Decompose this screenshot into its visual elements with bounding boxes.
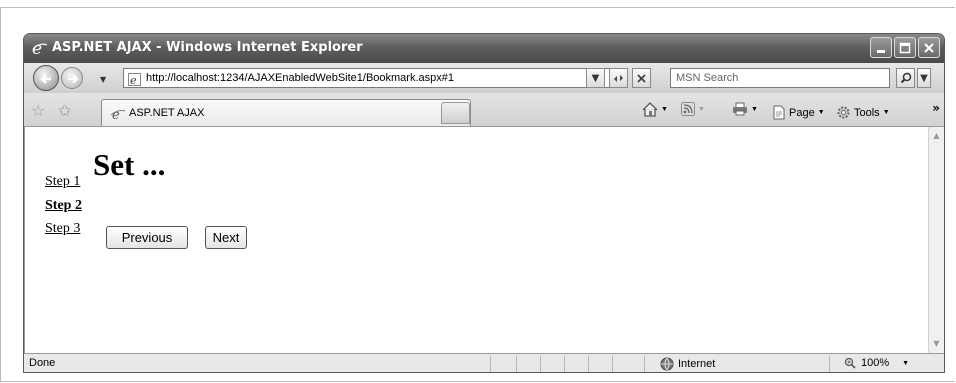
status-divider xyxy=(540,356,541,372)
stop-icon xyxy=(637,73,646,83)
scroll-up-arrow-icon[interactable]: ▲ xyxy=(931,131,942,143)
tab-toolbar: ☆ ✩ e ASP.NET AJAX ▼ ▼ ▼ Page ▼ Tools ▼ … xyxy=(24,93,944,127)
forward-button[interactable] xyxy=(61,67,83,89)
tools-icon xyxy=(837,106,850,119)
back-icon xyxy=(40,74,51,84)
back-button[interactable] xyxy=(33,65,59,91)
recent-pages-dropdown[interactable]: ▼ xyxy=(100,75,106,84)
home-button[interactable]: ▼ xyxy=(642,102,668,117)
address-field[interactable]: e http://localhost:1234/AJAXEnabledWebSi… xyxy=(123,68,623,88)
print-icon xyxy=(733,102,747,116)
svg-text:e: e xyxy=(130,74,137,86)
close-button[interactable] xyxy=(918,37,940,58)
feeds-icon xyxy=(681,102,695,116)
address-toolbar: ▼ e http://localhost:1234/AJAXEnabledWeb… xyxy=(24,63,944,93)
search-input[interactable]: MSN Search xyxy=(670,68,890,88)
feeds-button[interactable]: ▼ xyxy=(681,102,705,116)
maximize-button[interactable] xyxy=(894,37,916,58)
ie-logo-icon: e xyxy=(32,39,48,59)
page-content: Step 1 Set ... Step 2 Step 3 Previous Ne… xyxy=(24,127,928,353)
page-menu-label: Page xyxy=(789,106,815,119)
scroll-down-arrow-icon[interactable]: ▼ xyxy=(931,339,942,351)
zoom-control[interactable]: 100% ▼ xyxy=(844,357,909,369)
favorites-star-icon[interactable]: ☆ xyxy=(31,101,45,120)
close-icon xyxy=(924,42,934,53)
search-options-dropdown[interactable]: ▼ xyxy=(917,68,931,88)
search-icon xyxy=(900,72,911,84)
address-url: http://localhost:1234/AJAXEnabledWebSite… xyxy=(146,72,454,84)
status-divider xyxy=(644,356,645,372)
status-divider xyxy=(564,356,565,372)
vertical-scrollbar[interactable]: ▲ ▼ xyxy=(928,127,944,353)
tools-menu[interactable]: Tools ▼ xyxy=(836,105,890,120)
step-1-link[interactable]: Step 1 xyxy=(45,174,80,190)
print-button[interactable]: ▼ xyxy=(732,102,758,116)
security-zone-label: Internet xyxy=(678,358,716,370)
zoom-level: 100% xyxy=(861,357,890,369)
stop-button[interactable] xyxy=(632,68,651,88)
status-divider xyxy=(588,356,589,372)
page-heading: Set ... xyxy=(93,147,166,182)
refresh-icon xyxy=(614,74,623,82)
step-2-link[interactable]: Step 2 xyxy=(45,198,82,214)
status-text: Done xyxy=(29,357,56,369)
window-title: ASP.NET AJAX - Windows Internet Explorer xyxy=(52,40,363,55)
maximize-icon xyxy=(899,42,911,53)
status-divider xyxy=(612,356,613,372)
status-divider xyxy=(490,356,491,372)
previous-button[interactable]: Previous xyxy=(106,226,188,249)
home-icon xyxy=(642,102,658,117)
zoom-dropdown-icon[interactable]: ▼ xyxy=(902,360,909,367)
page-favicon-icon: e xyxy=(128,71,141,87)
tab-favicon-icon: e xyxy=(110,106,126,123)
search-placeholder: MSN Search xyxy=(676,72,739,84)
address-dropdown-button[interactable]: ▼ xyxy=(586,68,605,88)
window-controls xyxy=(870,37,940,58)
next-button[interactable]: Next xyxy=(205,226,247,249)
page-icon xyxy=(773,105,785,120)
status-divider xyxy=(829,356,830,372)
globe-icon xyxy=(660,357,674,371)
refresh-button[interactable] xyxy=(609,68,628,88)
more-commands-chevron-icon[interactable]: » xyxy=(932,101,940,115)
status-bar: Done Internet 100% ▼ xyxy=(24,353,944,372)
minimize-icon xyxy=(877,49,885,53)
tab-label: ASP.NET AJAX xyxy=(129,107,205,119)
step-3-link[interactable]: Step 3 xyxy=(45,221,80,237)
title-bar[interactable]: e ASP.NET AJAX - Windows Internet Explor… xyxy=(24,34,944,63)
status-divider xyxy=(516,356,517,372)
search-button[interactable] xyxy=(896,68,915,88)
svg-text:e: e xyxy=(112,108,120,121)
tab-active[interactable]: e ASP.NET AJAX xyxy=(101,99,471,126)
add-favorites-icon[interactable]: ✩ xyxy=(58,101,71,120)
new-tab-button[interactable] xyxy=(441,102,470,124)
forward-icon xyxy=(68,74,79,84)
page-menu[interactable]: Page ▼ xyxy=(772,105,825,120)
browser-window: e ASP.NET AJAX - Windows Internet Explor… xyxy=(23,33,945,373)
zoom-icon xyxy=(844,357,856,369)
security-zone[interactable]: Internet xyxy=(660,357,715,371)
minimize-button[interactable] xyxy=(870,37,892,58)
tools-menu-label: Tools xyxy=(854,106,880,119)
